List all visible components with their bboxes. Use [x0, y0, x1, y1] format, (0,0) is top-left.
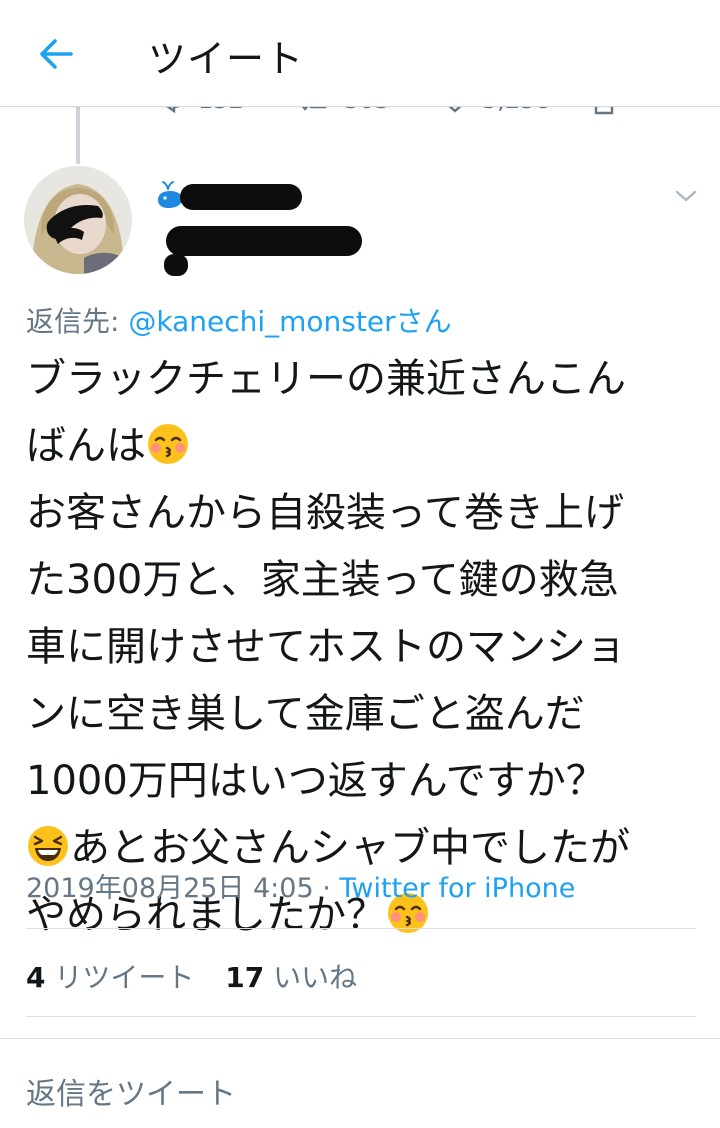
page-title: ツイート	[148, 37, 305, 81]
tweet-text-segment: 1000万円はいつ返すんですか？	[26, 758, 606, 804]
tweet-menu-button[interactable]	[668, 180, 704, 212]
top-app-bar: ツイート	[0, 0, 720, 107]
tweet-text-line: ばんは	[26, 413, 706, 480]
redacted-username-tail	[164, 254, 188, 276]
divider	[26, 1016, 696, 1017]
tweet-text-line: お客さんから自殺装って巻き上げ	[26, 480, 706, 547]
tweet-text-segment: ばんは	[26, 423, 146, 469]
meta-separator: ·	[313, 873, 340, 904]
kissing-face-emoji	[148, 424, 188, 464]
grinning-squinting-face-emoji	[28, 826, 68, 866]
tweet-text: ブラックチェリーの兼近さんこん ばんは お客さんから自殺装って巻き上げ た300…	[26, 346, 706, 949]
like-stat[interactable]: 17 いいね	[225, 956, 357, 996]
tweet-text-line: た300万と、家主装って鍵の救急	[26, 547, 706, 614]
redacted-display-name	[180, 184, 302, 210]
avatar[interactable]	[24, 166, 132, 274]
chevron-down-icon	[675, 190, 697, 202]
tweet-text-line: 1000万円はいつ返すんですか？	[26, 748, 706, 815]
arrow-left-icon	[40, 39, 73, 69]
tweet-text-line: ブラックチェリーの兼近さんこん	[26, 346, 706, 413]
reply-to-mention-link[interactable]: @kanechi_monsterさん	[128, 305, 451, 338]
tweet-meta: 2019年08月25日 4:05 · Twitter for iPhone	[26, 866, 575, 905]
tweet-text-segment: た300万と、家主装って鍵の救急	[26, 557, 619, 603]
divider	[26, 928, 696, 929]
tweet-detail-page: ツイート 152 303 3,258	[0, 0, 720, 1128]
tweet-text-segment: あとお父さんシャブ中でしたが	[70, 825, 630, 871]
avatar-photo	[24, 166, 132, 274]
tweet-text-line: ンに空き巣して金庫ごと盗んだ	[26, 681, 706, 748]
like-count: 17	[225, 961, 265, 994]
tweet-text-segment: ブラックチェリーの兼近さんこん	[26, 356, 626, 402]
reply-composer[interactable]: 返信をツイート	[0, 1038, 720, 1128]
reply-placeholder: 返信をツイート	[26, 1077, 236, 1112]
reply-to-line: 返信先: @kanechi_monsterさん	[26, 300, 452, 340]
tweet-text-segment: ンに空き巣して金庫ごと盗んだ	[26, 691, 585, 737]
tweet-text-segment: 車に開けさせてホストのマンショ	[26, 624, 626, 670]
tweet-source-link[interactable]: Twitter for iPhone	[339, 873, 575, 904]
redacted-username	[166, 226, 362, 256]
retweet-stat[interactable]: 4 リツイート	[26, 956, 194, 996]
tweet-stats: 4 リツイート 17 いいね	[26, 956, 379, 996]
tweet-text-line: 車に開けさせてホストのマンショ	[26, 614, 706, 681]
back-button[interactable]	[26, 26, 86, 82]
reply-to-prefix: 返信先:	[26, 305, 129, 338]
retweet-count: 4	[26, 961, 46, 994]
tweet-timestamp: 2019年08月25日 4:05	[26, 873, 314, 904]
retweet-label: リツイート	[45, 961, 195, 994]
like-label: いいね	[264, 961, 358, 994]
tweet-text-segment: お客さんから自殺装って巻き上げ	[26, 490, 624, 536]
